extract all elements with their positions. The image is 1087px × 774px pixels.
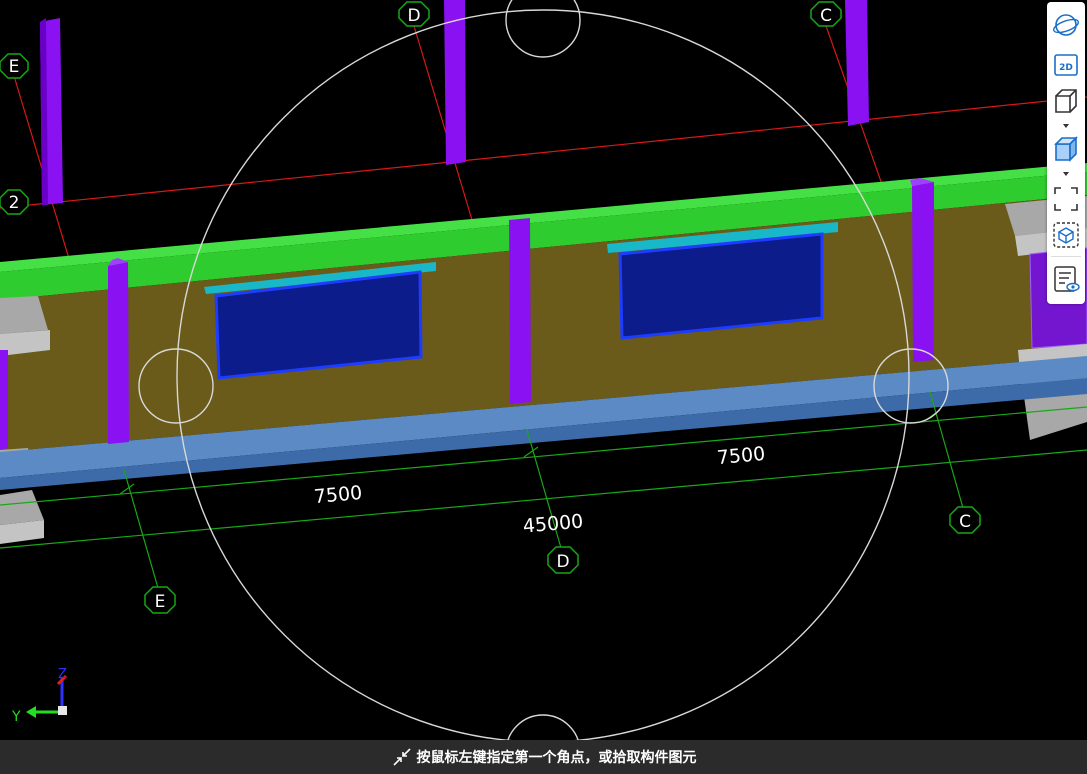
orbit-handle-bottom[interactable] xyxy=(506,714,580,740)
dim-tick-e xyxy=(119,483,135,495)
chevron-down-icon[interactable] xyxy=(1061,122,1071,130)
column-e xyxy=(108,262,129,444)
axis-tag-d-top: D xyxy=(398,1,430,27)
cube-outline-icon xyxy=(1055,89,1077,113)
dim-text-right-span: 7500 xyxy=(716,443,766,469)
zoom-frame-icon xyxy=(1054,187,1078,211)
upper-columns xyxy=(40,0,869,205)
model-canvas[interactable]: E D C 2 E D C 7500 7500 45000 Z Y xyxy=(0,0,1087,740)
2d-view-button[interactable]: 2D xyxy=(1051,50,1081,80)
selection-view-button[interactable] xyxy=(1051,220,1081,250)
orbit-icon xyxy=(1052,14,1080,36)
svg-text:C: C xyxy=(820,6,832,26)
axis-tag-e-bottom: E xyxy=(144,586,176,614)
axis-origin xyxy=(58,706,67,715)
3d-viewport[interactable]: E D C 2 E D C 7500 7500 45000 Z Y xyxy=(0,0,1087,740)
dim-text-left-span: 7500 xyxy=(313,482,363,508)
dim-text-total: 45000 xyxy=(522,510,584,537)
svg-text:2D: 2D xyxy=(1059,63,1073,73)
svg-text:E: E xyxy=(155,592,166,612)
window-2 xyxy=(618,232,824,340)
svg-text:D: D xyxy=(556,552,569,572)
display-settings-button[interactable] xyxy=(1051,264,1081,294)
axis-tag-e-top: E xyxy=(0,53,29,79)
column-c xyxy=(912,182,934,362)
2d-icon: 2D xyxy=(1054,54,1078,76)
axis-tag-c-bottom: C xyxy=(949,506,981,534)
axis-indicator: Z Y xyxy=(11,667,68,725)
orbit-handle-top[interactable] xyxy=(505,0,581,58)
column-upper-d xyxy=(444,0,466,165)
view-toolbar: 2D xyxy=(1047,2,1085,304)
orbit-button[interactable] xyxy=(1051,10,1081,40)
axis-tag-d-bottom: D xyxy=(547,546,579,574)
column-left-edge xyxy=(0,350,8,450)
status-bar: 按鼠标左键指定第一个角点，或拾取构件图元 xyxy=(0,740,1087,774)
y-axis-arrowhead xyxy=(26,706,36,718)
z-axis-label: Z xyxy=(58,667,67,682)
status-message: 按鼠标左键指定第一个角点，或拾取构件图元 xyxy=(416,750,697,766)
chevron-down-icon[interactable] xyxy=(1061,170,1071,178)
dim-tick-d xyxy=(523,446,539,458)
axis-tag-2: 2 xyxy=(0,189,29,215)
svg-text:E: E xyxy=(9,57,20,77)
toolbar-divider xyxy=(1051,256,1081,257)
svg-text:D: D xyxy=(407,6,420,26)
3d-view-button[interactable] xyxy=(1051,86,1081,116)
pick-cursor-icon xyxy=(392,748,411,766)
svg-text:C: C xyxy=(959,512,971,532)
cube-solid-icon xyxy=(1054,136,1078,162)
column-d xyxy=(509,218,531,404)
zoom-extents-button[interactable] xyxy=(1051,184,1081,214)
svg-text:2: 2 xyxy=(9,193,20,213)
slab-left-bottom xyxy=(0,490,44,525)
column-upper-c xyxy=(845,0,869,126)
axis-tag-c-top: C xyxy=(810,1,842,27)
grid-line-d xyxy=(413,25,476,231)
y-axis-label: Y xyxy=(11,709,21,725)
cube-dashed-icon xyxy=(1053,222,1079,248)
render-mode-button[interactable] xyxy=(1051,134,1081,164)
grid-extension-c xyxy=(929,391,964,509)
list-eye-icon xyxy=(1054,266,1080,292)
